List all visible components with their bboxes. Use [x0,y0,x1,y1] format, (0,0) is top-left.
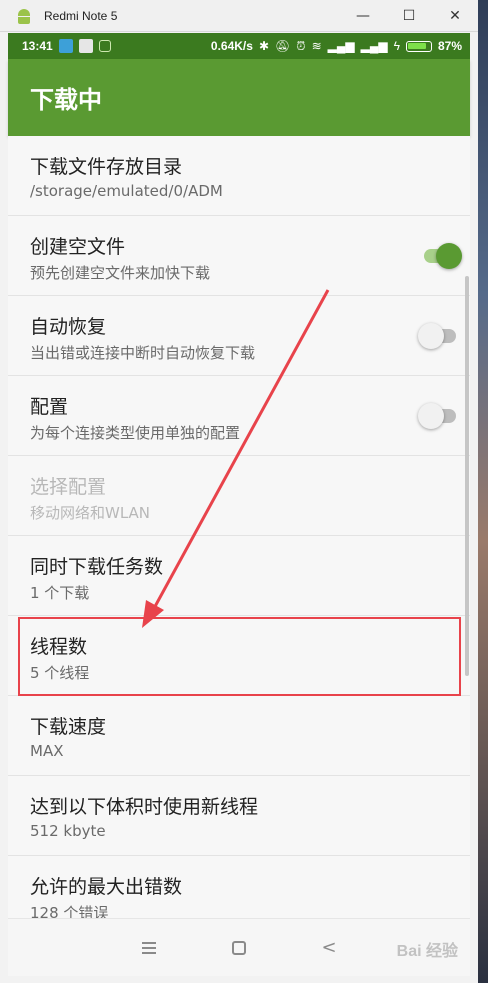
alarm-icon: ⏰︎ [296,38,306,53]
setting-auto-resume[interactable]: 自动恢复 当出错或连接中断时自动恢复下载 [8,296,470,376]
network-speed: 0.64K/s [210,39,253,53]
setting-subtitle: 移动网络和WLAN [30,504,151,522]
setting-title: 达到以下体积时使用新线程 [30,796,259,818]
page-title: 下载中 [30,86,102,114]
close-button[interactable]: ✕ [432,0,478,32]
setting-title: 自动恢复 [30,316,107,338]
settings-list: 下载文件存放目录 /storage/emulated/0/ADM 创建空文件 预… [8,136,470,918]
battery-level [407,42,427,49]
setting-subtitle: 128 个错误 [30,904,109,918]
app-bar: 下载中 [8,59,470,136]
setting-title: 选择配置 [30,476,107,498]
notification-android-icon [98,40,111,52]
maximize-button[interactable]: ☐ [386,0,432,32]
home-icon[interactable] [194,919,284,977]
status-time: 13:41 [22,39,53,53]
emulator-window: Redmi Note 5 — ☐ ✕ 13:41 0.64K/s ✱ 🔕︎ ⏰︎… [0,0,478,983]
signal-icon: ▂▄▆ [327,39,355,53]
signal-2-icon: ▂▄▆ [360,39,388,53]
setting-title: 同时下载任务数 [30,556,164,578]
window-titlebar: Redmi Note 5 — ☐ ✕ [0,0,478,32]
minimize-button[interactable]: — [340,0,386,32]
setting-title: 允许的最大出错数 [30,876,183,898]
setting-subtitle: 预先创建空文件来加快下载 [30,264,211,282]
wifi-icon: ≋ [311,39,322,53]
setting-subtitle: 1 个下载 [30,584,90,602]
auto-resume-toggle[interactable] [418,323,458,349]
setting-download-speed[interactable]: 下载速度 MAX [8,696,470,776]
setting-subtitle: MAX [30,742,64,760]
setting-subtitle: /storage/emulated/0/ADM [30,182,223,200]
setting-subtitle: 512 kbyte [30,822,106,840]
setting-max-errors[interactable]: 允许的最大出错数 128 个错误 [8,856,470,918]
setting-config[interactable]: 配置 为每个连接类型使用单独的配置 [8,376,470,456]
battery-icon [405,40,432,52]
notification-app-icon [78,39,93,53]
setting-concurrent-downloads[interactable]: 同时下载任务数 1 个下载 [8,536,470,616]
create-empty-file-toggle[interactable] [424,243,462,269]
bluetooth-icon: ✱ [258,39,269,53]
thread-count-highlight-box [18,617,461,696]
setting-title: 下载文件存放目录 [30,156,183,178]
window-title: Redmi Note 5 [44,8,118,23]
mute-bell-icon: 🔕︎ [275,39,291,53]
setting-title: 下载速度 [30,716,107,738]
setting-title: 创建空文件 [30,236,126,258]
scrollbar[interactable] [465,276,469,676]
android-status-bar: 13:41 0.64K/s ✱ 🔕︎ ⏰︎ ≋ ▂▄▆ ▂▄▆ ϟ 87% [8,33,470,59]
watermark-logo: Bai 经验 [396,943,458,960]
config-toggle[interactable] [418,403,458,429]
back-icon[interactable]: < [284,919,374,977]
setting-download-directory[interactable]: 下载文件存放目录 /storage/emulated/0/ADM [8,136,470,216]
setting-subtitle: 为每个连接类型使用单独的配置 [30,424,241,442]
setting-new-thread-size[interactable]: 达到以下体积时使用新线程 512 kbyte [8,776,470,856]
charging-icon: ϟ [393,39,400,53]
menu-icon[interactable] [104,919,194,977]
setting-subtitle: 当出错或连接中断时自动恢复下载 [30,344,256,362]
setting-create-empty-file[interactable]: 创建空文件 预先创建空文件来加快下载 [8,216,470,296]
usb-icon [58,39,73,53]
setting-title: 配置 [30,396,69,418]
setting-select-config: 选择配置 移动网络和WLAN [8,456,470,536]
android-icon [16,8,32,24]
battery-percent: 87% [437,39,462,53]
